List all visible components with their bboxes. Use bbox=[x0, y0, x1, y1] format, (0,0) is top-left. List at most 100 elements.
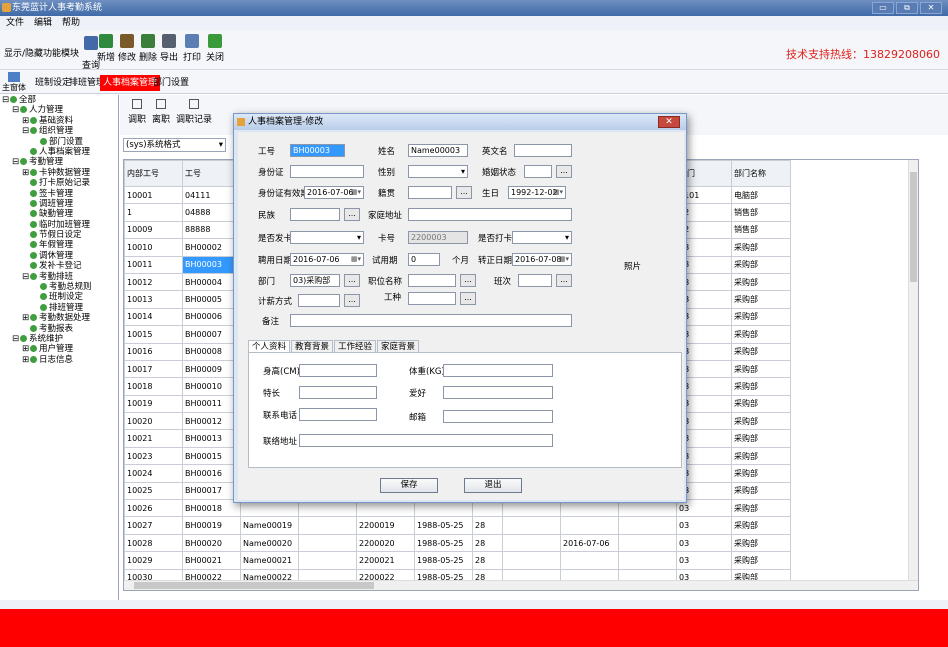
tree-node[interactable]: ⊟ 全部 bbox=[0, 95, 118, 105]
marital-picker-button[interactable]: ... bbox=[556, 165, 572, 178]
tree-node[interactable]: ⊟ 考勤排班 bbox=[0, 272, 118, 282]
tree-node[interactable]: 排班管理 bbox=[0, 303, 118, 313]
transfer-record-button[interactable]: 调职记录 bbox=[176, 99, 212, 125]
tree-node[interactable]: ⊟ 系统维护 bbox=[0, 334, 118, 344]
tree-node[interactable]: ⊞ 考勤数据处理 bbox=[0, 313, 118, 323]
tree-node[interactable]: 临时加班管理 bbox=[0, 220, 118, 230]
position-picker-button[interactable]: ... bbox=[460, 274, 476, 287]
worktype-picker-button[interactable]: ... bbox=[460, 292, 476, 305]
toggle-modules-button[interactable]: 显示/隐藏功能模块 bbox=[4, 46, 79, 59]
remark-input[interactable] bbox=[290, 314, 572, 327]
dept-picker-button[interactable]: ... bbox=[344, 274, 360, 287]
column-header[interactable]: 工号 bbox=[182, 160, 241, 187]
tree-node[interactable]: ⊞ 日志信息 bbox=[0, 355, 118, 365]
contact-addr-input[interactable] bbox=[299, 434, 553, 447]
tree-expander[interactable]: ⊟ bbox=[12, 157, 20, 167]
native-picker-button[interactable]: ... bbox=[456, 186, 472, 199]
tree-node[interactable]: 缺勤管理 bbox=[0, 209, 118, 219]
tree-expander[interactable]: ⊟ bbox=[12, 334, 20, 344]
edit-button[interactable]: 修改 bbox=[116, 34, 138, 63]
tree-expander[interactable]: ⊟ bbox=[2, 95, 10, 105]
minimize-button[interactable]: ▭ bbox=[872, 2, 894, 14]
tree-node[interactable]: 班制设定 bbox=[0, 292, 118, 302]
birthday-date[interactable]: 1992-12-02 bbox=[508, 186, 566, 199]
resign-button[interactable]: 离职 bbox=[152, 99, 170, 125]
tab-home[interactable]: 主窗体 bbox=[2, 72, 26, 93]
tree-node[interactable]: ⊟ 考勤管理 bbox=[0, 157, 118, 167]
table-row[interactable]: 10029 BH00021 Name00021 2200021 1988-05-25 28… bbox=[124, 551, 791, 570]
window-close-button[interactable]: ✕ bbox=[920, 2, 942, 14]
menu-edit[interactable]: 编辑 bbox=[34, 16, 52, 30]
tree-expander[interactable]: ⊞ bbox=[22, 168, 30, 178]
height-input[interactable] bbox=[299, 364, 377, 377]
phone-input[interactable] bbox=[299, 408, 377, 421]
hiredate-date[interactable]: 2016-07-06 bbox=[290, 253, 364, 266]
address-input[interactable] bbox=[408, 208, 572, 221]
print-button[interactable]: 打印 bbox=[181, 34, 203, 63]
salary-picker-button[interactable]: ... bbox=[344, 294, 360, 307]
tab-department[interactable]: 部门设置 bbox=[150, 75, 192, 91]
tree-node[interactable]: 发补卡登记 bbox=[0, 261, 118, 271]
tree-expander[interactable]: ⊞ bbox=[22, 313, 30, 323]
tree-node[interactable]: 部门设置 bbox=[0, 137, 118, 147]
dept-input[interactable]: 03)采购部 bbox=[290, 274, 340, 287]
tree-node[interactable]: 考勤总规则 bbox=[0, 282, 118, 292]
tree-node[interactable]: ⊞ 基础资料 bbox=[0, 116, 118, 126]
table-row[interactable]: 10027 BH00019 Name00019 2200019 1988-05-25 28… bbox=[124, 516, 791, 535]
close-button[interactable]: 关闭 bbox=[204, 34, 226, 63]
column-header[interactable]: 内部工号 bbox=[124, 160, 183, 187]
trial-input[interactable]: 0 bbox=[408, 253, 440, 266]
grid-vscrollbar[interactable] bbox=[908, 160, 918, 590]
tree-node[interactable]: ⊟ 组织管理 bbox=[0, 126, 118, 136]
position-input[interactable] bbox=[408, 274, 456, 287]
ename-input[interactable] bbox=[514, 144, 572, 157]
salary-input[interactable] bbox=[298, 294, 340, 307]
worktype-input[interactable] bbox=[408, 292, 456, 305]
skill-input[interactable] bbox=[299, 386, 377, 399]
tree-expander[interactable]: ⊟ bbox=[22, 272, 30, 282]
nation-picker-button[interactable]: ... bbox=[344, 208, 360, 221]
menu-file[interactable]: 文件 bbox=[6, 16, 24, 30]
name-input[interactable]: Name00003 bbox=[408, 144, 468, 157]
maximize-button[interactable]: ⧉ bbox=[896, 2, 918, 14]
column-header[interactable]: 部门名称 bbox=[731, 160, 791, 187]
tree-node[interactable]: 年假管理 bbox=[0, 240, 118, 250]
native-input[interactable] bbox=[408, 186, 452, 199]
tree-node[interactable]: 签卡管理 bbox=[0, 189, 118, 199]
email-input[interactable] bbox=[443, 410, 553, 423]
tree-node[interactable]: 考勤报表 bbox=[0, 324, 118, 334]
tree-node[interactable]: 人事档案管理 bbox=[0, 147, 118, 157]
tree-expander[interactable]: ⊟ bbox=[12, 105, 20, 115]
tree-node[interactable]: ⊞ 卡钟数据管理 bbox=[0, 168, 118, 178]
dialog-close-button[interactable]: ✕ bbox=[658, 116, 680, 128]
tree-expander[interactable]: ⊞ bbox=[22, 355, 30, 365]
shift-picker-button[interactable]: ... bbox=[556, 274, 572, 287]
exit-button[interactable]: 退出 bbox=[464, 478, 522, 493]
nation-input[interactable] bbox=[290, 208, 340, 221]
delete-button[interactable]: 删除 bbox=[137, 34, 159, 63]
weight-input[interactable] bbox=[443, 364, 553, 377]
gender-select[interactable] bbox=[408, 165, 468, 178]
gonghao-input[interactable]: BH00003 bbox=[290, 144, 345, 157]
save-button[interactable]: 保存 bbox=[380, 478, 438, 493]
hobby-input[interactable] bbox=[443, 386, 553, 399]
regular-date[interactable]: 2016-07-08 bbox=[512, 253, 572, 266]
tree-expander[interactable]: ⊞ bbox=[22, 344, 30, 354]
shift-input[interactable] bbox=[518, 274, 552, 287]
tree-node[interactable]: 打卡原始记录 bbox=[0, 178, 118, 188]
idcard-input[interactable] bbox=[290, 165, 364, 178]
export-button[interactable]: 导出 bbox=[158, 34, 180, 63]
tree-node[interactable]: 调班管理 bbox=[0, 199, 118, 209]
cardno-input[interactable]: 2200003 bbox=[408, 231, 468, 244]
grid-hscrollbar[interactable] bbox=[124, 580, 918, 590]
tree-expander[interactable]: ⊞ bbox=[22, 116, 30, 126]
table-row[interactable]: 10028 BH00020 Name00020 2200020 1988-05-25 28… bbox=[124, 533, 791, 553]
tree-node[interactable]: ⊞ 用户管理 bbox=[0, 344, 118, 354]
tree-node[interactable]: ⊟ 人力管理 bbox=[0, 105, 118, 115]
tree-expander[interactable]: ⊟ bbox=[22, 126, 30, 136]
isclock-select[interactable] bbox=[512, 231, 572, 244]
tree-node[interactable]: 调休管理 bbox=[0, 251, 118, 261]
add-button[interactable]: 新增 bbox=[95, 34, 117, 63]
isissue-select[interactable] bbox=[290, 231, 364, 244]
tree-node[interactable]: 节假日设定 bbox=[0, 230, 118, 240]
